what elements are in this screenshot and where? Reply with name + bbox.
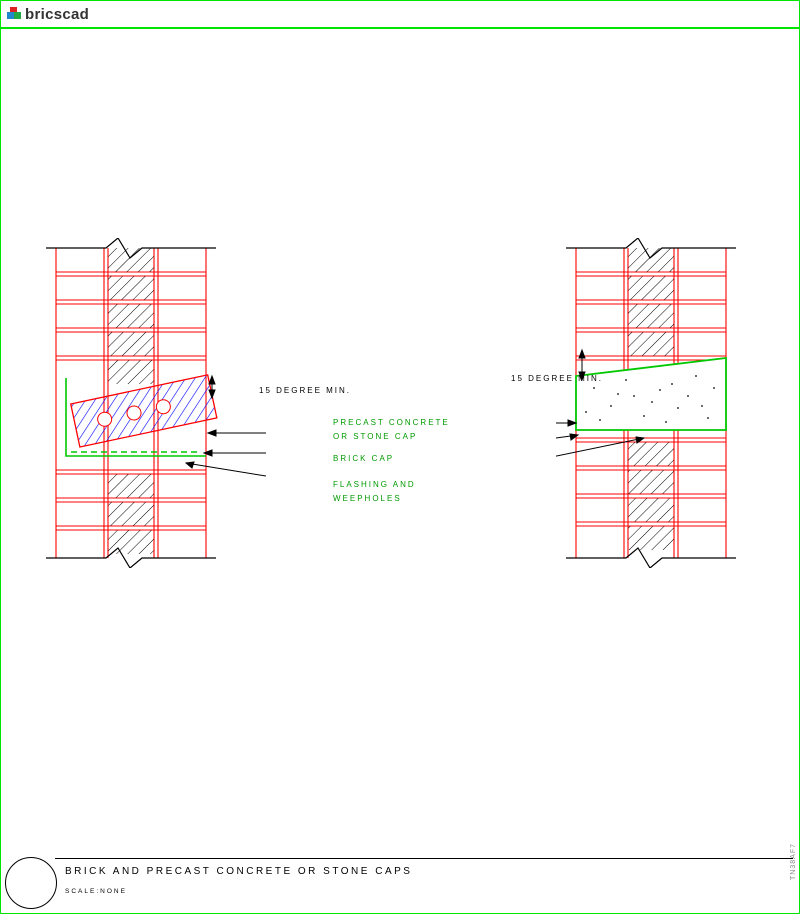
drawing-title: BRICK AND PRECAST CONCRETE OR STONE CAPS [65,866,412,877]
drawing-scale: SCALE:NONE [65,888,127,895]
right-detail [556,238,786,568]
label-precast-1: PRECAST CONCRETE [333,418,450,427]
bricscad-logo-icon [7,7,21,21]
app-frame: bricscad [0,0,800,914]
label-flash-1: FLASHING AND [333,480,416,489]
drawing-canvas[interactable]: 15 DEGREE MIN. PRECAST CONCRETE OR STONE… [1,28,799,913]
label-brickcap: BRICK CAP [333,454,394,463]
label-flash-2: WEEPHOLES [333,494,402,503]
title-bar: bricscad [1,1,799,29]
title-bubble-icon [5,857,57,909]
label-precast-2: OR STONE CAP [333,432,417,441]
drawing-stamp: TN38AF7 [790,843,797,880]
app-name: bricscad [25,6,89,23]
label-15-deg-left: 15 DEGREE MIN. [259,386,351,395]
title-block: BRICK AND PRECAST CONCRETE OR STONE CAPS… [5,857,793,907]
title-rule [55,858,793,859]
label-15-deg-right: 15 DEGREE MIN. [511,374,603,383]
left-detail [36,238,266,568]
